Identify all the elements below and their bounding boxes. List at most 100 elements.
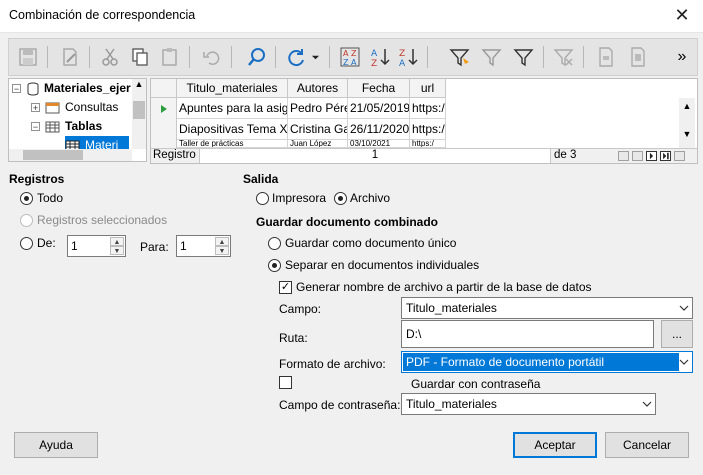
selected-records-radio[interactable]	[20, 214, 33, 227]
title-bar: Combinación de correspondencia ✕	[0, 0, 703, 33]
chevron-down-icon[interactable]	[675, 352, 692, 372]
sort-ascending-icon[interactable]: AZ	[367, 44, 393, 70]
scroll-up-icon[interactable]: ▲	[679, 101, 695, 111]
refresh-icon[interactable]	[283, 44, 309, 70]
individual-documents-label: Separar en documentos individuales	[285, 258, 480, 272]
all-records-radio[interactable]	[20, 192, 33, 205]
next-record-button[interactable]	[646, 151, 657, 161]
remove-filter-icon[interactable]	[551, 44, 577, 70]
expand-icon[interactable]: +	[31, 103, 40, 113]
table-cell[interactable]: Juan López	[288, 140, 348, 148]
printer-label: Impresora	[272, 191, 327, 205]
more-icon[interactable]: »	[669, 44, 695, 70]
table-cell[interactable]: https:/	[410, 119, 446, 140]
row-header[interactable]	[151, 98, 177, 119]
password-field-label: Campo de contraseña:	[279, 398, 401, 412]
printer-radio[interactable]	[256, 192, 269, 205]
generate-filename-checkbox[interactable]: ✓	[279, 281, 292, 294]
cancel-button[interactable]: Cancelar	[605, 432, 689, 458]
collapse-icon[interactable]: −	[31, 122, 40, 132]
record-navigation: Registro 1 de 3	[151, 148, 697, 163]
to-spinner[interactable]: 1 ▲ ▼	[176, 235, 231, 257]
column-header[interactable]: Fecha	[348, 79, 410, 98]
datasource-tree[interactable]: − Materiales_ejer + Consultas − Tablas M…	[8, 78, 147, 162]
range-records-radio[interactable]	[20, 237, 33, 250]
scroll-thumb[interactable]	[133, 101, 145, 119]
tree-vscrollbar[interactable]: ▲	[132, 79, 146, 149]
field-select[interactable]: Titulo_materiales	[401, 297, 693, 319]
svg-text:Z A: Z A	[343, 58, 357, 67]
scroll-thumb[interactable]	[23, 150, 83, 160]
chevron-down-icon[interactable]	[638, 394, 655, 414]
spin-up-icon[interactable]: ▲	[215, 237, 229, 246]
last-record-button[interactable]	[660, 151, 671, 161]
scroll-down-icon[interactable]: ▼	[679, 129, 695, 139]
new-record-button[interactable]	[674, 151, 685, 161]
file-radio[interactable]	[334, 192, 347, 205]
sort-descending-icon[interactable]: ZA	[395, 44, 421, 70]
ok-button[interactable]: Aceptar	[513, 432, 597, 458]
record-number: 1	[371, 149, 379, 161]
from-spinner[interactable]: 1 ▲ ▼	[67, 235, 126, 257]
undo-icon[interactable]	[199, 44, 225, 70]
file-format-select[interactable]: PDF - Formato de documento portátil	[401, 351, 693, 373]
data-grid[interactable]: Titulo_materiales Autores Fecha url Apun…	[150, 78, 698, 164]
collapse-icon[interactable]: −	[12, 84, 21, 94]
table-cell[interactable]: https:/	[410, 140, 446, 148]
table-cell[interactable]: Diapositivas Tema X	[177, 119, 288, 140]
previous-record-button[interactable]	[632, 151, 643, 161]
help-button[interactable]: Ayuda	[14, 432, 98, 458]
path-value: D:\	[406, 327, 422, 341]
tree-item-tables[interactable]: − Tablas	[31, 117, 102, 136]
spin-down-icon[interactable]: ▼	[215, 246, 229, 255]
spin-up-icon[interactable]: ▲	[110, 237, 124, 246]
find-icon[interactable]	[244, 44, 270, 70]
table-cell[interactable]: 21/05/2019	[348, 98, 410, 119]
save-password-checkbox[interactable]	[279, 376, 292, 389]
table-cell[interactable]: Taller de prácticas	[177, 140, 288, 148]
tree-item-database[interactable]: − Materiales_ejer	[12, 79, 131, 98]
edit-icon[interactable]	[57, 44, 83, 70]
individual-documents-radio[interactable]	[268, 259, 281, 272]
column-header[interactable]: url	[410, 79, 446, 98]
row-header[interactable]	[151, 140, 177, 148]
column-header[interactable]: Titulo_materiales	[177, 79, 288, 98]
data-to-text-icon[interactable]	[593, 44, 619, 70]
table-cell[interactable]: 03/10/2021	[348, 140, 410, 148]
data-to-fields-icon[interactable]	[625, 44, 651, 70]
table-cell[interactable]: 26/11/2020	[348, 119, 410, 140]
tree-hscrollbar[interactable]	[9, 149, 132, 161]
standard-filter-icon[interactable]	[479, 44, 505, 70]
first-record-button[interactable]	[618, 151, 629, 161]
grid-vscrollbar[interactable]: ▲ ▼	[679, 98, 695, 148]
save-password-label: Guardar con contraseña	[411, 377, 541, 391]
cut-icon[interactable]	[97, 44, 123, 70]
browse-button[interactable]: ...	[661, 320, 693, 348]
password-field-select[interactable]: Titulo_materiales	[401, 393, 656, 415]
autofilter-icon[interactable]	[447, 44, 473, 70]
chevron-down-icon[interactable]	[675, 298, 692, 318]
row-header[interactable]	[151, 119, 177, 140]
path-input[interactable]: D:\	[401, 320, 654, 348]
table-cell[interactable]: Apuntes para la asignatura	[177, 98, 288, 119]
queries-label: Consultas	[65, 100, 119, 114]
table-cell[interactable]: https:/	[410, 98, 446, 119]
scroll-up-icon[interactable]: ▲	[132, 79, 146, 89]
current-row-icon	[161, 105, 167, 113]
chevron-down-icon[interactable]	[309, 44, 321, 70]
close-button[interactable]: ✕	[669, 4, 695, 26]
table-cell[interactable]: Cristina García	[288, 119, 348, 140]
tree-item-queries[interactable]: + Consultas	[31, 98, 118, 117]
record-number-input[interactable]: 1	[199, 149, 551, 163]
filter-icon[interactable]	[511, 44, 537, 70]
save-icon[interactable]	[15, 44, 41, 70]
column-header[interactable]: Autores	[288, 79, 348, 98]
single-document-radio[interactable]	[268, 237, 281, 250]
table-cell[interactable]: Pedro Pérez	[288, 98, 348, 119]
copy-icon[interactable]	[127, 44, 153, 70]
paste-icon[interactable]	[157, 44, 183, 70]
path-label: Ruta:	[279, 331, 308, 345]
sort-icon[interactable]: A ZZ A	[337, 44, 363, 70]
spin-down-icon[interactable]: ▼	[110, 246, 124, 255]
record-label: Registro	[153, 149, 196, 161]
